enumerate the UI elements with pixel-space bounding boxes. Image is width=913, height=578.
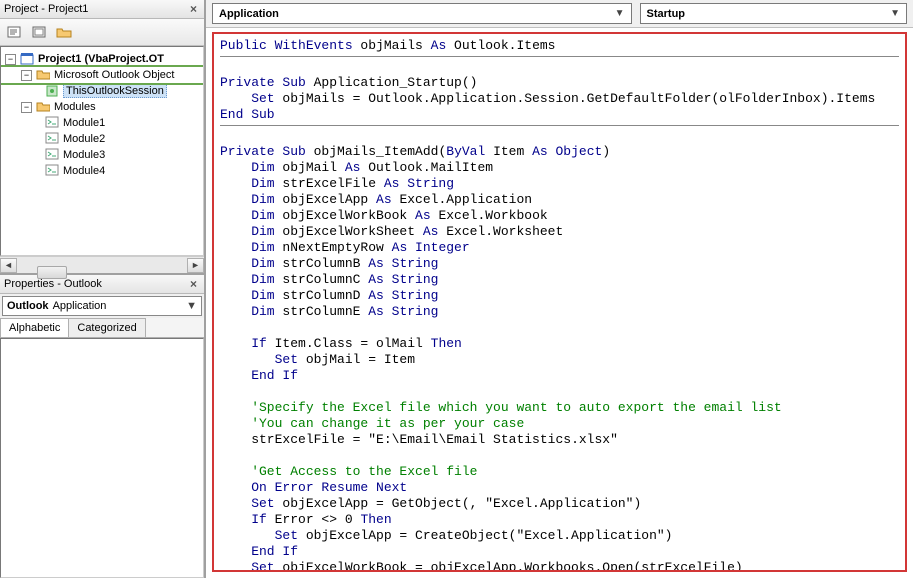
tree-modules-label: Modules [54, 101, 96, 113]
tree-root-label: Project1 (VbaProject.OT [38, 53, 164, 65]
toggle-folders-button[interactable] [53, 22, 75, 42]
properties-object-name: Outlook [7, 300, 49, 312]
collapse-icon[interactable]: − [21, 70, 32, 81]
tree-outlook-label: Microsoft Outlook Object [54, 69, 174, 81]
project-title-text: Project - Project1 [4, 3, 88, 15]
properties-object-type: Application [53, 300, 107, 312]
procedure-dropdown-label: Startup [647, 8, 686, 20]
project-icon [20, 52, 34, 66]
session-icon [45, 84, 59, 98]
scroll-thumb[interactable] [37, 266, 67, 279]
tree-module[interactable]: Module2 [1, 131, 203, 147]
chevron-down-icon: ▼ [186, 300, 197, 312]
close-icon[interactable]: × [187, 2, 200, 16]
tree-h-scrollbar[interactable]: ◄ ► [0, 256, 204, 273]
tree-session-label: ThisOutlookSession [63, 84, 167, 98]
tree-root[interactable]: − Project1 (VbaProject.OT [1, 51, 203, 67]
tree-module[interactable]: Module3 [1, 147, 203, 163]
code-dropdown-bar: Application ▼ Startup ▼ [206, 0, 913, 28]
view-object-button[interactable] [28, 22, 50, 42]
project-tree[interactable]: − Project1 (VbaProject.OT − Microsoft Ou… [0, 46, 204, 256]
properties-tabs: Alphabetic Categorized [0, 318, 204, 338]
chevron-down-icon: ▼ [615, 8, 625, 19]
module-icon [45, 132, 59, 146]
tree-module[interactable]: Module1 [1, 115, 203, 131]
module-icon [45, 164, 59, 178]
scroll-right-icon[interactable]: ► [187, 258, 204, 273]
properties-title-text: Properties - Outlook [4, 278, 102, 290]
tree-module[interactable]: Module4 [1, 163, 203, 179]
tree-modules-folder[interactable]: − Modules [1, 99, 203, 115]
tree-module-label: Module1 [63, 117, 105, 129]
chevron-down-icon: ▼ [890, 8, 900, 19]
properties-object-dropdown[interactable]: Outlook Application ▼ [2, 296, 202, 316]
collapse-icon[interactable]: − [5, 54, 16, 65]
project-panel-title: Project - Project1 × [0, 0, 204, 19]
object-dropdown-label: Application [219, 8, 279, 20]
collapse-icon[interactable]: − [21, 102, 32, 113]
scroll-left-icon[interactable]: ◄ [0, 258, 17, 273]
tree-this-session[interactable]: ThisOutlookSession [1, 83, 203, 99]
tree-outlook-objects[interactable]: − Microsoft Outlook Object [1, 67, 203, 83]
tab-alphabetic[interactable]: Alphabetic [0, 318, 69, 337]
module-icon [45, 116, 59, 130]
properties-panel-title: Properties - Outlook × [0, 275, 204, 294]
tree-module-label: Module4 [63, 165, 105, 177]
code-editor[interactable]: Public WithEvents objMails As Outlook.It… [212, 32, 907, 572]
folder-icon [36, 68, 50, 82]
view-code-button[interactable] [3, 22, 25, 42]
module-icon [45, 148, 59, 162]
properties-grid[interactable] [0, 338, 204, 578]
tree-module-label: Module3 [63, 149, 105, 161]
code-content[interactable]: Public WithEvents objMails As Outlook.It… [220, 38, 899, 572]
tab-categorized[interactable]: Categorized [68, 318, 145, 337]
project-toolbar [0, 19, 204, 46]
folder-icon [36, 100, 50, 114]
procedure-dropdown[interactable]: Startup ▼ [640, 3, 907, 24]
tree-module-label: Module2 [63, 133, 105, 145]
object-dropdown[interactable]: Application ▼ [212, 3, 632, 24]
close-icon[interactable]: × [187, 277, 200, 291]
